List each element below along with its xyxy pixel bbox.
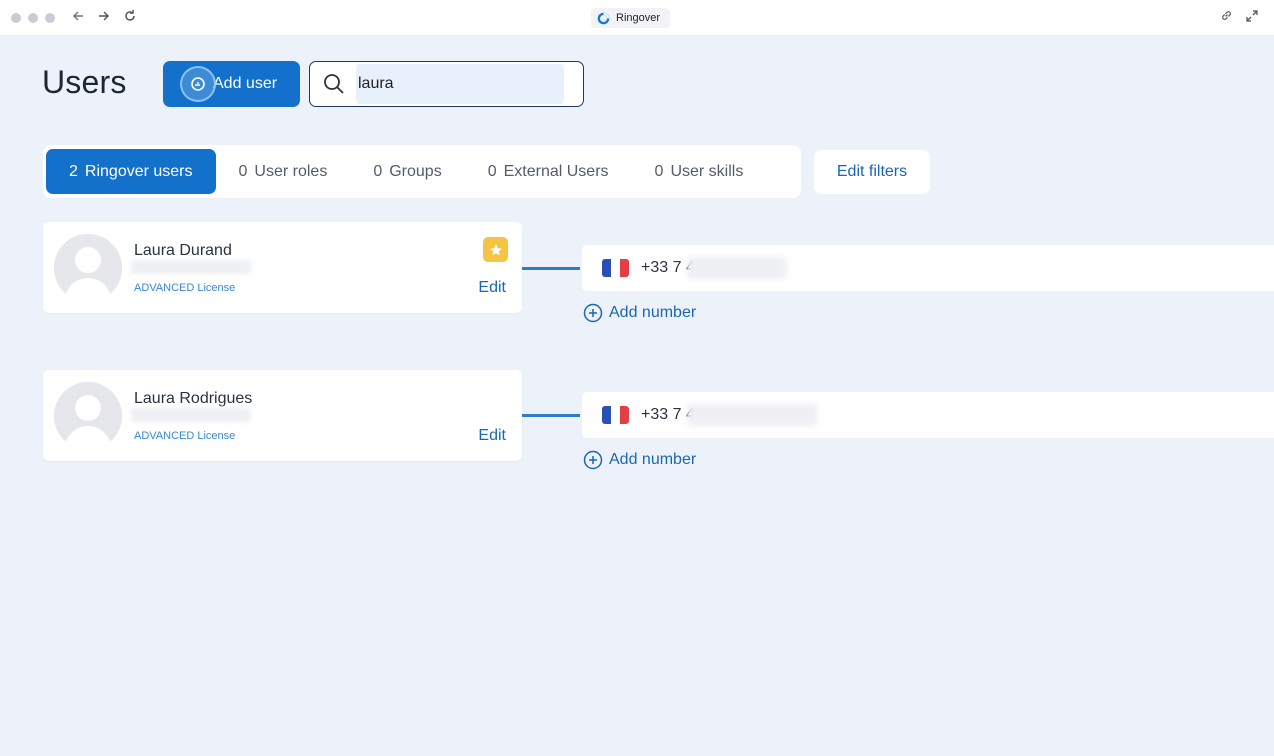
click-indicator-icon (180, 66, 216, 102)
connector-line (522, 267, 580, 270)
tab-count: 0 (654, 162, 664, 180)
edit-filters-button[interactable]: Edit filters (814, 150, 930, 194)
avatar (54, 382, 122, 450)
plus-circle-icon (583, 303, 603, 323)
ringover-logo-icon (597, 12, 610, 24)
tab-label: User skills (670, 162, 744, 180)
default-avatar-icon (54, 382, 122, 450)
user-name: Laura Durand (134, 242, 232, 259)
search-icon (324, 74, 344, 94)
user-card: Laura Durand ADVANCED License Edit (43, 222, 522, 313)
france-flag-icon (602, 259, 629, 277)
add-number-button[interactable]: Add number (583, 450, 696, 470)
tab-count: 0 (238, 162, 248, 180)
redacted-phone (686, 257, 787, 279)
expand-icon[interactable] (1242, 8, 1262, 28)
tab-label: Groups (389, 162, 442, 180)
connector-line (522, 414, 580, 417)
star-icon (483, 237, 508, 262)
tab-external-users[interactable]: 0 External Users (465, 149, 632, 194)
window-maximize-dot[interactable] (45, 13, 55, 23)
tab-label: User roles (254, 162, 328, 180)
window-close-dot[interactable] (11, 13, 21, 23)
browser-tab[interactable]: Ringover (591, 8, 671, 28)
add-number-label: Add number (609, 451, 697, 468)
user-card: Laura Rodrigues ADVANCED License Edit (43, 370, 522, 461)
phone-number-row[interactable]: +33 7 4 (582, 245, 1274, 291)
tab-count: 2 (69, 162, 78, 180)
search-box[interactable] (309, 61, 584, 107)
browser-chrome: Ringover (0, 0, 1274, 36)
forward-icon[interactable] (94, 8, 114, 28)
tab-user-roles[interactable]: 0 User roles (216, 149, 351, 194)
tab-count: 0 (373, 162, 383, 180)
redacted-email (131, 408, 251, 422)
window-minimize-dot[interactable] (28, 13, 38, 23)
tab-groups[interactable]: 0 Groups (350, 149, 464, 194)
link-icon[interactable] (1216, 8, 1236, 28)
default-avatar-icon (54, 234, 122, 302)
france-flag-icon (602, 406, 629, 424)
tab-label: External Users (503, 162, 609, 180)
browser-tab-title: Ringover (616, 12, 661, 24)
edit-user-link[interactable]: Edit (478, 279, 506, 297)
license-label: ADVANCED License (134, 430, 236, 442)
redacted-phone (686, 404, 817, 426)
edit-user-link[interactable]: Edit (478, 427, 506, 445)
plus-circle-icon (583, 450, 603, 470)
add-number-button[interactable]: Add number (583, 303, 696, 323)
tab-ringover-users[interactable]: 2 Ringover users (46, 149, 216, 194)
tab-label: Ringover users (84, 162, 193, 180)
add-user-label: Add user (213, 75, 278, 92)
license-label: ADVANCED License (134, 282, 236, 294)
page-title: Users (42, 64, 127, 100)
tab-user-skills[interactable]: 0 User skills (632, 149, 767, 194)
redacted-email (131, 260, 251, 274)
back-icon[interactable] (68, 8, 88, 28)
tab-count: 0 (487, 162, 497, 180)
filter-tabs: 2 Ringover users 0 User roles 0 Groups 0… (43, 145, 801, 198)
phone-number-row[interactable]: +33 7 4 (582, 392, 1274, 438)
add-user-button[interactable]: Add user (163, 61, 300, 107)
search-input[interactable] (356, 64, 564, 104)
add-number-label: Add number (609, 304, 697, 321)
reload-icon[interactable] (120, 8, 140, 28)
user-name: Laura Rodrigues (134, 390, 253, 407)
avatar (54, 234, 122, 302)
